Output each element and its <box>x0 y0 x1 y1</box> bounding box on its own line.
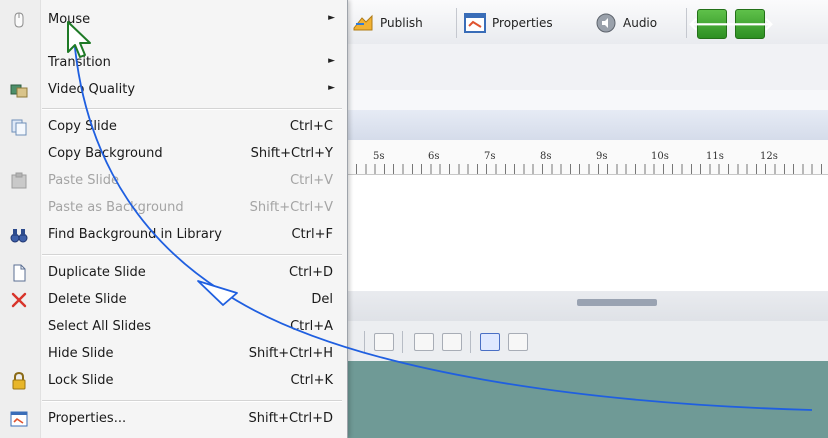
menu-separator <box>42 400 342 402</box>
duplicate-icon <box>10 264 28 282</box>
properties-button[interactable]: Properties <box>464 10 553 36</box>
menu-item-label: Mouse <box>48 12 91 27</box>
properties-window-icon <box>464 13 486 33</box>
menu-item-find-background[interactable]: Find Background in Library Ctrl+F <box>0 222 347 248</box>
ruler-label: 5s <box>373 151 385 162</box>
publish-icon <box>353 14 373 31</box>
submenu-arrow-icon: ► <box>328 13 335 23</box>
menu-item-label: Lock Slide <box>48 373 114 388</box>
submenu-arrow-icon: ► <box>328 83 335 93</box>
menu-item-properties[interactable]: Properties... Shift+Ctrl+D <box>0 406 347 432</box>
splitter-grip[interactable] <box>577 299 657 306</box>
submenu-arrow-icon: ► <box>328 56 335 66</box>
next-button[interactable]: 🡒 <box>726 9 774 39</box>
toolbar-separator <box>686 8 687 38</box>
menu-item-label: Delete Slide <box>48 292 127 307</box>
menu-item-select-all-slides[interactable]: Select All Slides Ctrl+A <box>0 314 347 340</box>
menu-item-shortcut: Shift+Ctrl+V <box>249 200 333 215</box>
menu-item-shortcut: Del <box>311 292 333 307</box>
binoculars-icon <box>10 226 28 244</box>
ruler-label: 6s <box>428 151 440 162</box>
publish-button[interactable]: Publish <box>352 10 423 36</box>
properties-icon <box>10 410 28 428</box>
menu-item-video-quality[interactable]: Video Quality ► <box>0 77 347 103</box>
toolbar-separator <box>470 331 471 353</box>
menu-item-label: Properties... <box>48 411 127 426</box>
paste-icon <box>10 172 28 190</box>
menu-item-delete-slide[interactable]: Delete Slide Del <box>0 287 347 313</box>
grid-tool-icon[interactable] <box>480 333 500 351</box>
speaker-icon <box>596 13 616 33</box>
menu-item-shortcut: Shift+Ctrl+D <box>248 411 333 426</box>
menu-item-mouse[interactable]: Mouse ► <box>0 7 347 33</box>
ruler-label: 10s <box>651 151 669 162</box>
menu-item-shortcut: Ctrl+C <box>289 119 333 134</box>
menu-separator <box>42 254 342 256</box>
copy-icon <box>10 118 28 136</box>
checkbox-tool-icon[interactable] <box>374 333 394 351</box>
arrow-right-icon: 🡒 <box>725 13 775 35</box>
ruler-label: 12s <box>760 151 778 162</box>
video-quality-icon <box>10 81 28 99</box>
menu-item-label: Select All Slides <box>48 319 151 334</box>
arrange-tool-icon[interactable] <box>508 333 528 351</box>
delete-x-icon <box>10 291 28 309</box>
menu-item-label: Find Background in Library <box>48 227 222 242</box>
menu-item-shortcut: Ctrl+F <box>291 227 333 242</box>
properties-label: Properties <box>492 16 553 30</box>
menu-item-label: Video Quality <box>48 82 136 97</box>
menu-item-shortcut: Ctrl+K <box>290 373 333 388</box>
previous-button[interactable]: 🡐 <box>688 9 736 39</box>
publish-label: Publish <box>380 16 423 30</box>
menu-item-label: Paste as Background <box>48 200 184 215</box>
menu-item-copy-slide[interactable]: Copy Slide Ctrl+C <box>0 114 347 140</box>
menu-item-paste-as-background: Paste as Background Shift+Ctrl+V <box>0 195 347 221</box>
toolbar-separator <box>364 331 365 353</box>
menu-item-shortcut: Ctrl+A <box>290 319 333 334</box>
ruler-label: 9s <box>596 151 608 162</box>
menu-item-copy-background[interactable]: Copy Background Shift+Ctrl+Y <box>0 141 347 167</box>
menu-item-transition[interactable]: Transition ► <box>0 50 347 76</box>
mouse-icon <box>10 11 28 29</box>
menu-item-label: Copy Background <box>48 146 163 161</box>
ruler-label: 7s <box>484 151 496 162</box>
ungroup-tool-icon[interactable] <box>442 333 462 351</box>
menu-item-shortcut: Shift+Ctrl+H <box>248 346 333 361</box>
menu-item-label: Transition <box>48 55 111 70</box>
menu-item-label: Paste Slide <box>48 173 119 188</box>
menu-item-hide-slide[interactable]: Hide Slide Shift+Ctrl+H <box>0 341 347 367</box>
ruler-ticks <box>356 164 828 174</box>
menu-item-duplicate-slide[interactable]: Duplicate Slide Ctrl+D <box>0 260 347 286</box>
menu-item-shortcut: Shift+Ctrl+Y <box>250 146 333 161</box>
menu-item-shortcut: Ctrl+V <box>290 173 333 188</box>
menu-item-shortcut: Ctrl+D <box>288 265 333 280</box>
menu-separator <box>42 108 342 110</box>
toolbar-separator <box>402 331 403 353</box>
slide-context-menu: Mouse ► Transition ► Video Quality ► Cop… <box>0 0 348 438</box>
menu-item-label: Hide Slide <box>48 346 114 361</box>
lock-icon <box>10 372 28 390</box>
audio-button[interactable]: Audio <box>595 10 657 36</box>
menu-item-paste-slide: Paste Slide Ctrl+V <box>0 168 347 194</box>
menu-item-lock-slide[interactable]: Lock Slide Ctrl+K <box>0 368 347 394</box>
menu-item-label: Copy Slide <box>48 119 117 134</box>
group-tool-icon[interactable] <box>414 333 434 351</box>
menu-item-label: Duplicate Slide <box>48 265 146 280</box>
toolbar-separator <box>456 8 457 38</box>
ruler-label: 11s <box>706 151 724 162</box>
ruler-label: 8s <box>540 151 552 162</box>
audio-label: Audio <box>623 16 658 30</box>
